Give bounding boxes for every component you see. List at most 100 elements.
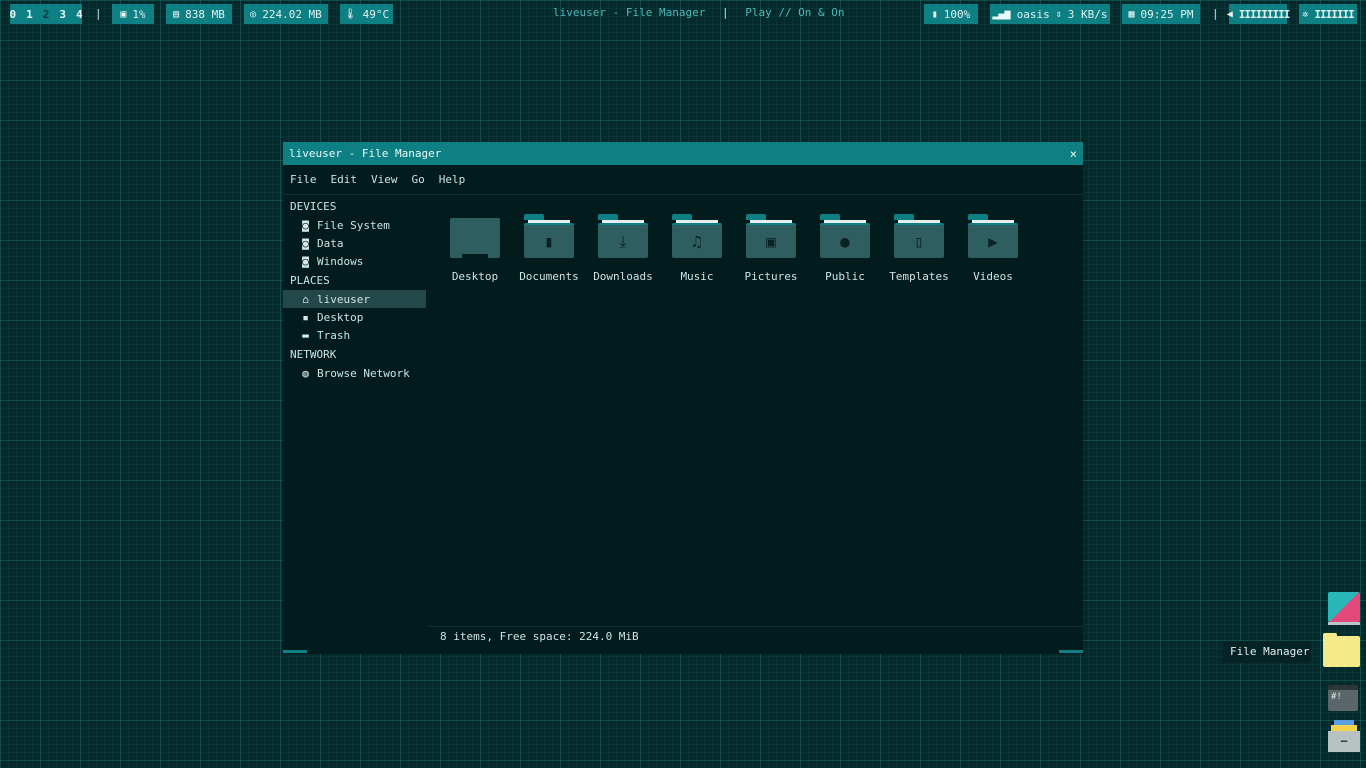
file-item-music[interactable]: ♫ Music [660,214,734,283]
volume-widget[interactable]: ◀ IIIIIIIII [1226,4,1291,24]
trash-icon: ▬ [302,328,309,342]
media-status[interactable]: Play // On & On [745,6,844,19]
resize-grip-left[interactable] [283,650,307,653]
clock-widget[interactable]: ▦ 09:25 PM [1122,4,1200,24]
menu-bar: File Edit View Go Help [283,165,1083,195]
network-widget[interactable]: ▂▄▆ oasis ⇕ 3 KB/s [990,4,1110,24]
workspace-0[interactable]: 0 [7,8,18,21]
public-folder-icon: ● [820,214,870,258]
sidebar-item-browse-network[interactable]: ◍ Browse Network [283,364,426,382]
cpu-widget[interactable]: ▣ 1% [112,4,154,24]
sidebar-item-file-system[interactable]: ◙ File System [283,216,426,234]
network-speed: 3 KB/s [1067,7,1108,21]
sidebar-item-desktop[interactable]: ▪ Desktop [283,308,426,326]
menu-edit[interactable]: Edit [331,173,358,186]
harddisk-icon: ◙ [302,236,309,250]
temperature-widget[interactable]: 🌡 49°C [340,4,393,24]
desktop-icon: ▪ [302,310,309,324]
file-item-templates[interactable]: ▯ Templates [882,214,956,283]
window-titlebar[interactable]: liveuser - File Manager × [283,142,1083,165]
file-item-public[interactable]: ● Public [808,214,882,283]
updown-arrows-icon: ⇕ [1055,8,1062,20]
sidebar-item-label: Windows [317,254,364,268]
file-item-documents[interactable]: ▮ Documents [512,214,586,283]
memory-value: 838 MB [185,7,225,21]
icon-grid: Desktop ▮ Documents ⤓ Downloads ♫ Music [438,214,1030,283]
workspace-1[interactable]: 1 [24,8,35,21]
file-manager-window: liveuser - File Manager × File Edit View… [283,142,1083,654]
audio-mixer-icon[interactable] [1328,592,1360,625]
harddisk-icon: ◙ [302,254,309,268]
cpu-value: 1% [132,7,146,21]
speaker-icon: ◀ [1226,8,1233,20]
memory-widget[interactable]: ▤ 838 MB [166,4,232,24]
panel-separator: | [95,7,102,20]
menu-view[interactable]: View [371,173,398,186]
volume-level: IIIIIIIII [1238,7,1291,21]
resize-grip-right[interactable] [1059,650,1083,653]
templates-folder-icon: ▯ [894,214,944,258]
disk-value: 224.02 MB [262,7,322,21]
top-panel: 0 1 2 3 4 | ▣ 1% ▤ 838 MB ◎ 224.02 MB 🌡 … [0,0,1366,28]
globe-icon: ◍ [302,366,309,380]
sidebar-item-data[interactable]: ◙ Data [283,234,426,252]
sidebar-heading-places: PLACES [290,274,330,287]
sidebar-item-label: Trash [317,328,351,342]
workspace-3[interactable]: 3 [57,8,68,21]
status-bar: 8 items, Free space: 224.0 MiB [428,626,1083,646]
workspace-2[interactable]: 2 [41,8,52,21]
file-manager-folder-icon[interactable] [1323,633,1360,667]
archive-manager-icon[interactable]: − [1328,720,1360,752]
menu-help[interactable]: Help [439,173,466,186]
thermometer-icon: 🌡 [343,8,357,20]
signal-icon: ▂▄▆ [992,8,1011,20]
sidebar-item-liveuser[interactable]: ⌂ liveuser [283,290,426,308]
active-window-title: liveuser - File Manager [553,6,706,19]
file-item-label: Templates [889,270,949,283]
gear-icon: ✲ [1302,8,1309,20]
battery-widget[interactable]: ▮ 100% [924,4,978,24]
file-view[interactable]: Desktop ▮ Documents ⤓ Downloads ♫ Music [428,196,1083,626]
file-item-desktop[interactable]: Desktop [438,214,512,283]
file-item-label: Public [825,270,865,283]
sidebar-item-trash[interactable]: ▬ Trash [283,326,426,344]
desktop-folder-icon [450,214,500,258]
home-icon: ⌂ [302,292,309,306]
documents-folder-icon: ▮ [524,214,574,258]
sidebar-heading-network: NETWORK [290,348,337,361]
battery-icon: ▮ [931,8,938,20]
battery-value: 100% [943,7,971,21]
menu-go[interactable]: Go [412,173,425,186]
disk-icon: ◎ [250,8,257,20]
sidebar-heading-devices: DEVICES [290,200,337,213]
sidebar-item-label: File System [317,218,390,232]
file-item-videos[interactable]: ▶ Videos [956,214,1030,283]
cpu-icon: ▣ [120,8,127,20]
sidebar-item-label: liveuser [317,292,370,306]
file-item-downloads[interactable]: ⤓ Downloads [586,214,660,283]
brightness-level: IIIIIII [1314,7,1354,21]
close-icon[interactable]: × [1070,147,1077,161]
workspace-switcher[interactable]: 0 1 2 3 4 [7,4,85,24]
pictures-folder-icon: ▣ [746,214,796,258]
disk-widget[interactable]: ◎ 224.02 MB [244,4,328,24]
panel-separator-right: | [1212,7,1219,20]
file-item-label: Videos [973,270,1013,283]
file-item-label: Pictures [744,270,798,283]
workspace-4[interactable]: 4 [74,8,85,21]
videos-folder-icon: ▶ [968,214,1018,258]
sidebar-item-windows[interactable]: ◙ Windows [283,252,426,270]
title-separator: | [721,6,729,19]
sidebar-item-label: Data [317,236,344,250]
sidebar-item-label: Browse Network [317,366,410,380]
brightness-widget[interactable]: ✲ IIIIIII [1299,4,1357,24]
dock-tooltip: File Manager [1223,641,1311,663]
calendar-icon: ▦ [1128,8,1135,20]
file-item-label: Desktop [451,270,499,283]
menu-file[interactable]: File [290,173,317,186]
terminal-icon[interactable]: #! [1328,685,1358,711]
file-item-pictures[interactable]: ▣ Pictures [734,214,808,283]
active-window-title-area: liveuser - File Manager | Play // On & O… [553,6,845,19]
network-name: oasis [1016,7,1050,21]
window-title: liveuser - File Manager [289,147,442,160]
